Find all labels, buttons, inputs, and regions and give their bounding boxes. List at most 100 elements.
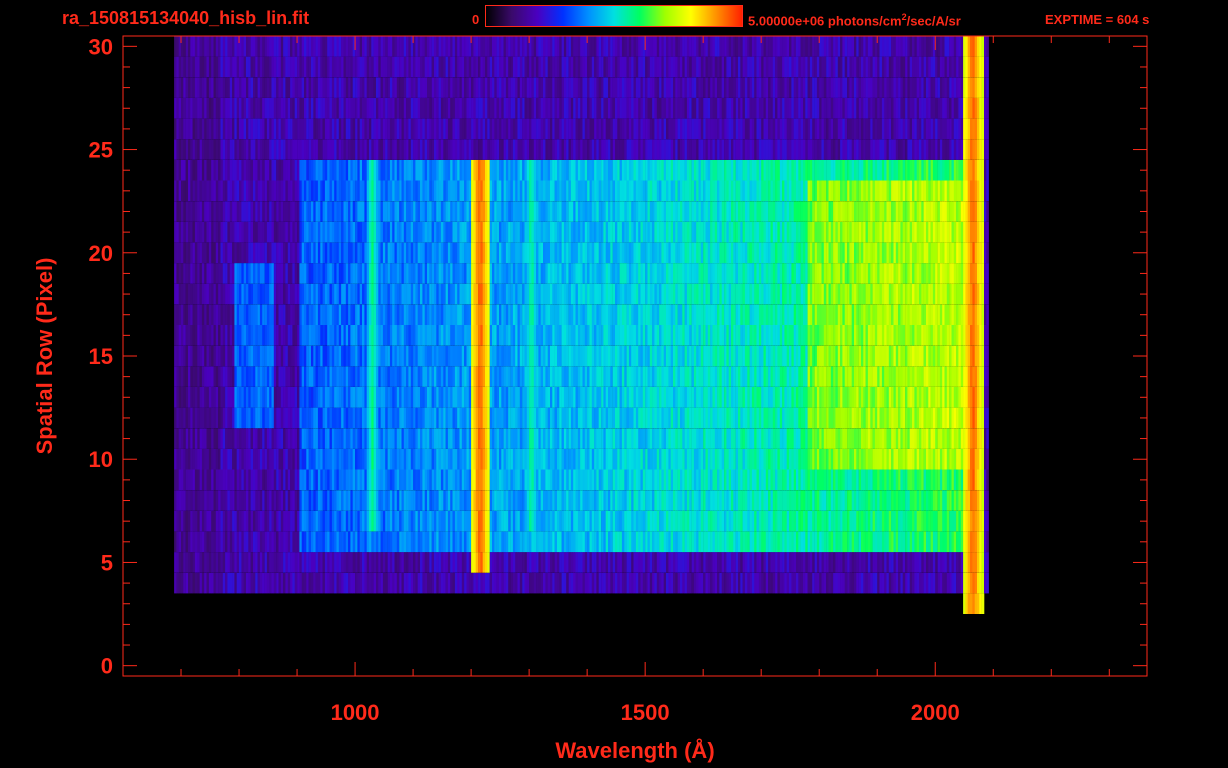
heatmap-cell — [979, 407, 982, 429]
heatmap-cell — [953, 325, 957, 346]
heatmap-cell — [227, 510, 230, 532]
heatmap-cell — [422, 572, 425, 594]
heatmap-cell — [833, 490, 836, 511]
heatmap-cell — [385, 490, 388, 511]
heatmap-cell — [185, 572, 189, 594]
heatmap-cell — [485, 572, 488, 594]
heatmap-cell — [461, 490, 465, 511]
heatmap-cell — [656, 428, 660, 449]
heatmap-cell — [524, 448, 528, 470]
heatmap-cell — [501, 552, 504, 573]
heatmap-cell — [329, 366, 333, 387]
heatmap-cell — [740, 531, 743, 553]
heatmap-cell — [919, 469, 922, 491]
heatmap-cell — [406, 490, 409, 511]
heatmap-cell — [317, 304, 321, 325]
heatmap-cell — [605, 428, 609, 449]
heatmap-cell — [691, 510, 695, 532]
heatmap-cell — [225, 304, 228, 325]
heatmap-cell — [654, 552, 657, 573]
heatmap-cell — [847, 366, 850, 387]
heatmap-cell — [443, 325, 446, 346]
heatmap-cell — [963, 366, 966, 387]
heatmap-cell — [770, 552, 774, 573]
heatmap-cell — [714, 407, 718, 429]
heatmap-cell — [733, 531, 736, 553]
heatmap-cell — [454, 345, 458, 367]
heatmap-cell — [638, 304, 641, 325]
heatmap-cell — [410, 552, 414, 573]
heatmap-cell — [724, 510, 727, 532]
heatmap-cell — [879, 469, 883, 491]
heatmap-cell — [385, 531, 388, 553]
heatmap-cell — [503, 510, 507, 532]
heatmap-cell — [584, 345, 588, 367]
heatmap-cell — [733, 572, 736, 594]
heatmap-cell — [631, 366, 634, 387]
heatmap-cell — [338, 366, 342, 387]
heatmap-cell — [912, 510, 915, 532]
heatmap-cell — [888, 407, 892, 429]
heatmap-cell — [784, 387, 787, 408]
heatmap-cell — [800, 407, 804, 429]
heatmap-cell — [612, 469, 616, 491]
heatmap-cell — [234, 428, 237, 449]
heatmap-cell — [828, 510, 832, 532]
heatmap-cell — [336, 448, 340, 470]
heatmap-cell — [255, 469, 258, 491]
heatmap-cell — [250, 531, 254, 553]
heatmap-cell — [204, 304, 207, 325]
heatmap-cell — [935, 572, 938, 594]
heatmap-cell — [640, 552, 644, 573]
heatmap-cell — [499, 387, 502, 408]
heatmap-cell — [926, 304, 929, 325]
heatmap-cell — [420, 572, 423, 594]
heatmap-cell — [478, 304, 481, 325]
heatmap-cell — [299, 531, 302, 553]
heatmap-cell — [960, 448, 964, 470]
heatmap-cell — [763, 572, 767, 594]
heatmap-cell — [540, 552, 544, 573]
heatmap-cell — [239, 407, 242, 429]
heatmap-cell — [322, 428, 326, 449]
heatmap-cell — [220, 325, 224, 346]
heatmap-cell — [786, 366, 790, 387]
heatmap-cell — [791, 552, 794, 573]
heatmap-cell — [707, 572, 711, 594]
heatmap-cell — [482, 325, 486, 346]
heatmap-cell — [199, 407, 203, 429]
heatmap-cell — [306, 407, 309, 429]
heatmap-cell — [710, 387, 713, 408]
heatmap-cell — [756, 366, 760, 387]
heatmap-cell — [789, 469, 792, 491]
heatmap-cell — [536, 387, 539, 408]
heatmap-cell — [615, 552, 618, 573]
heatmap-cell — [357, 510, 360, 532]
heatmap-cell — [378, 510, 381, 532]
heatmap-cell — [557, 510, 560, 532]
heatmap-cell — [366, 510, 370, 532]
heatmap-cell — [190, 325, 193, 346]
heatmap-cell — [480, 366, 483, 387]
heatmap-cell — [327, 490, 330, 511]
heatmap-cell — [515, 490, 518, 511]
heatmap-cell — [682, 407, 685, 429]
heatmap-cell — [222, 325, 226, 346]
heatmap-cell — [359, 552, 363, 573]
heatmap-cell — [584, 510, 588, 532]
heatmap-cell — [684, 572, 688, 594]
heatmap-cell — [324, 531, 328, 553]
heatmap-cell — [192, 448, 196, 470]
heatmap-cell — [220, 387, 224, 408]
heatmap-cell — [582, 531, 586, 553]
heatmap-cell — [837, 366, 841, 387]
heatmap-cell — [816, 531, 820, 553]
heatmap-cell — [174, 387, 177, 408]
heatmap-cell — [257, 325, 261, 346]
heatmap-cell — [972, 325, 975, 346]
heatmap-cell — [608, 572, 611, 594]
heatmap-cell — [190, 283, 193, 305]
heatmap-cell — [847, 531, 850, 553]
heatmap-cell — [775, 510, 778, 532]
heatmap-cell — [666, 345, 669, 367]
